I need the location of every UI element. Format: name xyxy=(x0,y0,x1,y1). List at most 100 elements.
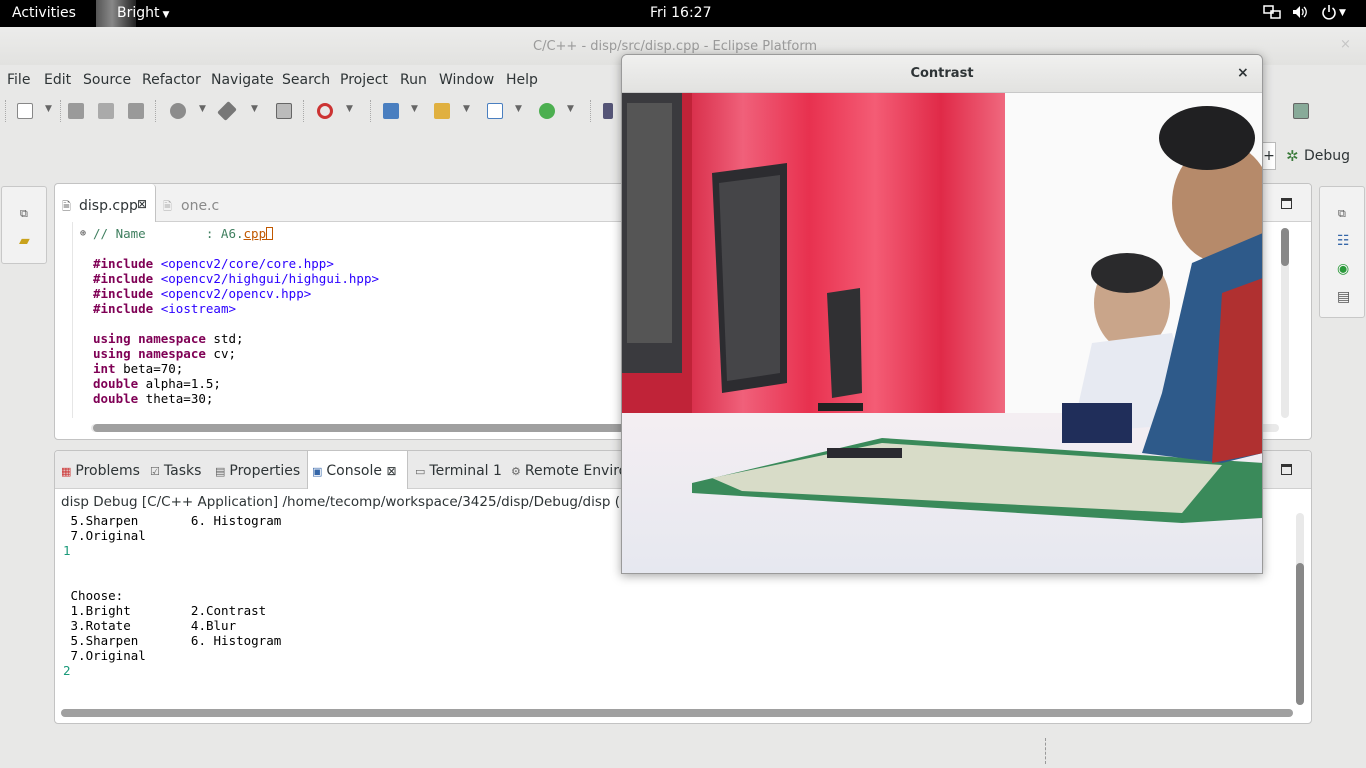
toolbar-separator xyxy=(590,100,591,122)
maximize-icon[interactable] xyxy=(1281,464,1292,475)
tab-problems[interactable]: ▦ Problems xyxy=(61,463,140,479)
code-include: <opencv2/highgui/highgui.hpp> xyxy=(160,271,379,286)
tab-terminal[interactable]: ▭ Terminal 1 xyxy=(415,463,502,479)
code-text: std; xyxy=(205,331,244,346)
console-horizontal-scrollbar[interactable] xyxy=(61,709,1293,717)
toolbar-separator xyxy=(370,100,371,122)
chevron-down-icon: ▼ xyxy=(162,10,170,20)
chevron-down-icon[interactable]: ▼ xyxy=(45,104,52,114)
tab-label: disp.cpp xyxy=(79,198,138,214)
console-line: 5.Sharpen 6. Histogram xyxy=(63,633,282,648)
activities-button[interactable]: Activities xyxy=(12,5,76,21)
console-description: disp Debug [C/C++ Application] /home/tec… xyxy=(61,494,642,510)
open-perspective-button[interactable]: + xyxy=(1262,142,1276,170)
cpp-file-icon: 🗎 xyxy=(62,200,71,213)
code-text[interactable]: ⊕ // Name : A6.cpp #include <opencv2/core… xyxy=(80,226,379,406)
tab-close-icon[interactable]: ⊠ xyxy=(386,464,396,478)
print-icon[interactable] xyxy=(128,103,144,119)
chevron-down-icon[interactable]: ▼ xyxy=(1339,8,1346,18)
restore-icon[interactable]: ⧉ xyxy=(20,207,28,221)
code-keyword: #include xyxy=(93,286,154,301)
volume-icon[interactable] xyxy=(1292,4,1308,24)
menu-file[interactable]: File xyxy=(7,72,30,88)
project-explorer-icon[interactable]: ▰ xyxy=(19,233,30,249)
code-text: cv; xyxy=(205,346,236,361)
fold-expand-icon[interactable]: ⊕ xyxy=(80,226,86,241)
properties-icon: ▤ xyxy=(215,465,226,478)
scrollbar-thumb[interactable] xyxy=(93,424,693,432)
problems-icon: ▦ xyxy=(61,465,72,478)
menu-project[interactable]: Project xyxy=(340,72,388,88)
power-icon[interactable] xyxy=(1321,4,1337,24)
toolbar-separator xyxy=(5,100,6,122)
debug-restart-icon[interactable] xyxy=(317,103,333,119)
tab-label: Properties xyxy=(229,463,301,479)
menu-refactor[interactable]: Refactor xyxy=(142,72,201,88)
save-icon[interactable] xyxy=(68,103,84,119)
clock[interactable]: Fri 16:27 xyxy=(650,5,711,21)
tab-label: Console xyxy=(326,463,382,479)
chevron-down-icon[interactable]: ▼ xyxy=(567,104,574,114)
maximize-icon[interactable] xyxy=(1281,198,1292,209)
chevron-down-icon[interactable]: ▼ xyxy=(199,104,206,114)
top-bar: Activities Bright ▼ Fri 16:27 ▼ xyxy=(0,0,1366,27)
outline-icon[interactable]: ☷ xyxy=(1337,233,1350,249)
search-icon[interactable] xyxy=(603,103,613,119)
contrast-window-close-button[interactable]: × xyxy=(1237,65,1249,81)
tab-remote-environments[interactable]: ⚙ Remote Enviro xyxy=(511,463,627,479)
new-class-icon[interactable] xyxy=(487,103,503,119)
tab-tasks[interactable]: ☑ Tasks xyxy=(150,463,201,479)
chevron-down-icon[interactable]: ▼ xyxy=(411,104,418,114)
right-trim-stack: ⧉ ☷ ◉ ▤ xyxy=(1319,186,1365,318)
console-vertical-scrollbar[interactable] xyxy=(1296,513,1304,705)
tab-label: Terminal 1 xyxy=(429,463,502,479)
menu-navigate[interactable]: Navigate xyxy=(211,72,274,88)
remote-icon: ⚙ xyxy=(511,465,521,478)
chevron-down-icon[interactable]: ▼ xyxy=(463,104,470,114)
code-include: <iostream> xyxy=(160,301,237,316)
code-keyword: #include xyxy=(93,271,154,286)
menu-edit[interactable]: Edit xyxy=(44,72,71,88)
tab-disp-cpp[interactable]: 🗎 disp.cpp ⊠ xyxy=(55,184,156,222)
window-close-button[interactable]: × xyxy=(1340,37,1351,52)
status-bar-separator xyxy=(1045,738,1046,764)
debug-perspective-button[interactable]: Debug xyxy=(1304,148,1350,164)
tab-console[interactable]: ▣ Console ⊠ xyxy=(312,463,397,479)
contrast-window-titlebar[interactable]: Contrast × xyxy=(622,55,1262,93)
editor-vertical-scrollbar[interactable] xyxy=(1281,228,1289,418)
task-list-icon[interactable]: ▤ xyxy=(1337,289,1350,305)
open-perspective-icon[interactable] xyxy=(1293,103,1309,119)
console-line: Choose: xyxy=(63,588,124,603)
binary-icon[interactable] xyxy=(276,103,292,119)
make-target-icon[interactable]: ◉ xyxy=(1337,261,1349,277)
perspective-switcher: + ✲ Debug xyxy=(1262,142,1366,170)
network-icon[interactable] xyxy=(1263,4,1281,24)
build-configurations-icon[interactable] xyxy=(170,103,186,119)
menu-help[interactable]: Help xyxy=(506,72,538,88)
scrollbar-thumb[interactable] xyxy=(1281,228,1289,266)
console-output[interactable]: 5.Sharpen 6. Histogram 7.Original 1 Choo… xyxy=(63,513,281,678)
tab-properties[interactable]: ▤ Properties xyxy=(215,463,300,479)
toolbar-separator xyxy=(155,100,156,122)
save-all-icon[interactable] xyxy=(98,103,114,119)
chevron-down-icon[interactable]: ▼ xyxy=(515,104,522,114)
code-text: theta=30; xyxy=(138,391,214,406)
menu-source[interactable]: Source xyxy=(83,72,131,88)
menu-window[interactable]: Window xyxy=(439,72,494,88)
run-icon[interactable] xyxy=(539,103,555,119)
contrast-window: Contrast × xyxy=(621,54,1263,574)
menu-run[interactable]: Run xyxy=(400,72,427,88)
console-line: 1.Bright 2.Contrast xyxy=(63,603,267,618)
new-icon[interactable] xyxy=(17,103,33,119)
app-menu[interactable]: Bright ▼ xyxy=(117,5,169,21)
menu-search[interactable]: Search xyxy=(282,72,330,88)
new-folder-icon[interactable] xyxy=(434,103,450,119)
scrollbar-thumb[interactable] xyxy=(1296,563,1304,705)
chevron-down-icon[interactable]: ▼ xyxy=(346,104,353,114)
tab-close-icon[interactable]: ⊠ xyxy=(137,197,147,211)
code-keyword: double xyxy=(93,376,139,391)
restore-icon[interactable]: ⧉ xyxy=(1338,207,1346,221)
new-project-icon[interactable] xyxy=(383,103,399,119)
tab-label: one.c xyxy=(181,198,220,214)
chevron-down-icon[interactable]: ▼ xyxy=(251,104,258,114)
